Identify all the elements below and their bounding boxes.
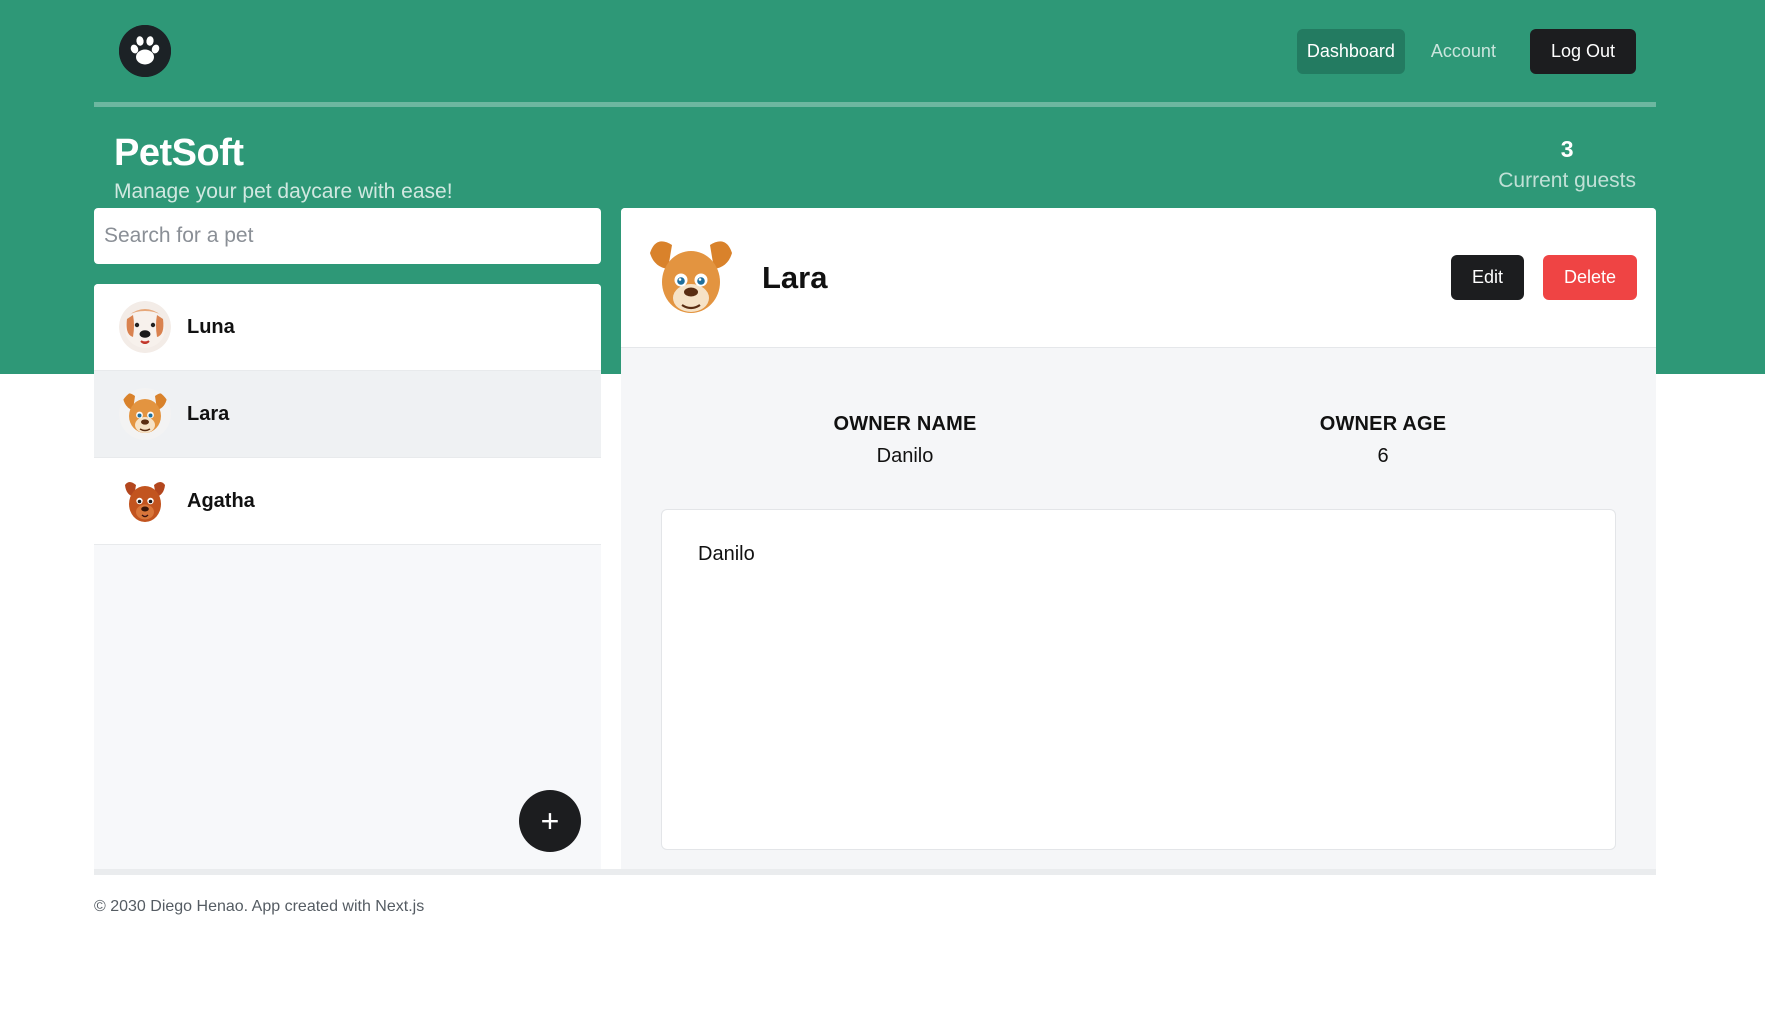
dog-avatar-icon	[646, 233, 736, 323]
pet-detail-header: Lara Edit Delete	[621, 208, 1656, 348]
pet-detail-name: Lara	[762, 260, 828, 295]
owner-age-value: 6	[1377, 445, 1389, 467]
paw-logo-icon[interactable]	[119, 25, 171, 77]
main-nav: Dashboard Account Log Out	[1281, 29, 1636, 74]
search-input[interactable]	[104, 224, 591, 248]
dog-avatar-icon	[119, 301, 171, 353]
owner-name-field: OWNER NAME Danilo	[755, 413, 1055, 468]
app-title: PetSoft	[114, 132, 244, 174]
owner-age-field: OWNER AGE 6	[1233, 413, 1533, 468]
guest-count: 3	[1560, 136, 1574, 162]
pet-list-item-agatha[interactable]: Agatha	[94, 458, 601, 545]
search-box	[94, 208, 601, 264]
nav-dashboard[interactable]: Dashboard	[1296, 29, 1405, 74]
pet-list-item-luna[interactable]: Luna	[94, 284, 601, 371]
app-subtitle: Manage your pet daycare with ease!	[114, 180, 453, 203]
guest-count-label: Current guests	[1498, 169, 1636, 192]
owner-name-label: OWNER NAME	[833, 413, 977, 435]
pet-list-item-lara[interactable]: Lara	[94, 371, 601, 458]
owner-name-value: Danilo	[876, 445, 934, 467]
pet-name: Luna	[187, 315, 235, 338]
owner-age-label: OWNER AGE	[1319, 413, 1447, 435]
edit-button[interactable]: Edit	[1451, 255, 1524, 300]
dog-avatar-icon	[119, 388, 171, 440]
logout-button[interactable]: Log Out	[1529, 29, 1636, 74]
nav-account[interactable]: Account	[1421, 29, 1506, 74]
pet-list: Luna Lara Agatha +	[94, 284, 601, 870]
content-bottom-border	[94, 869, 1656, 875]
add-pet-button[interactable]: +	[519, 790, 581, 852]
guest-stats: 3 Current guests	[1498, 136, 1636, 193]
footer-text: © 2030 Diego Henao. App created with Nex…	[94, 898, 425, 915]
pet-detail: Lara Edit Delete OWNER NAME Danilo OWNER…	[621, 208, 1656, 870]
top-header: Dashboard Account Log Out	[94, 0, 1656, 107]
pet-name: Agatha	[187, 489, 255, 512]
delete-button[interactable]: Delete	[1543, 255, 1637, 300]
dog-avatar-icon	[119, 475, 171, 527]
pet-notes: Danilo	[661, 509, 1616, 850]
app-container: Dashboard Account Log Out PetSoft Manage…	[94, 0, 1656, 1027]
header-divider	[94, 102, 1656, 107]
pet-name: Lara	[187, 402, 230, 425]
